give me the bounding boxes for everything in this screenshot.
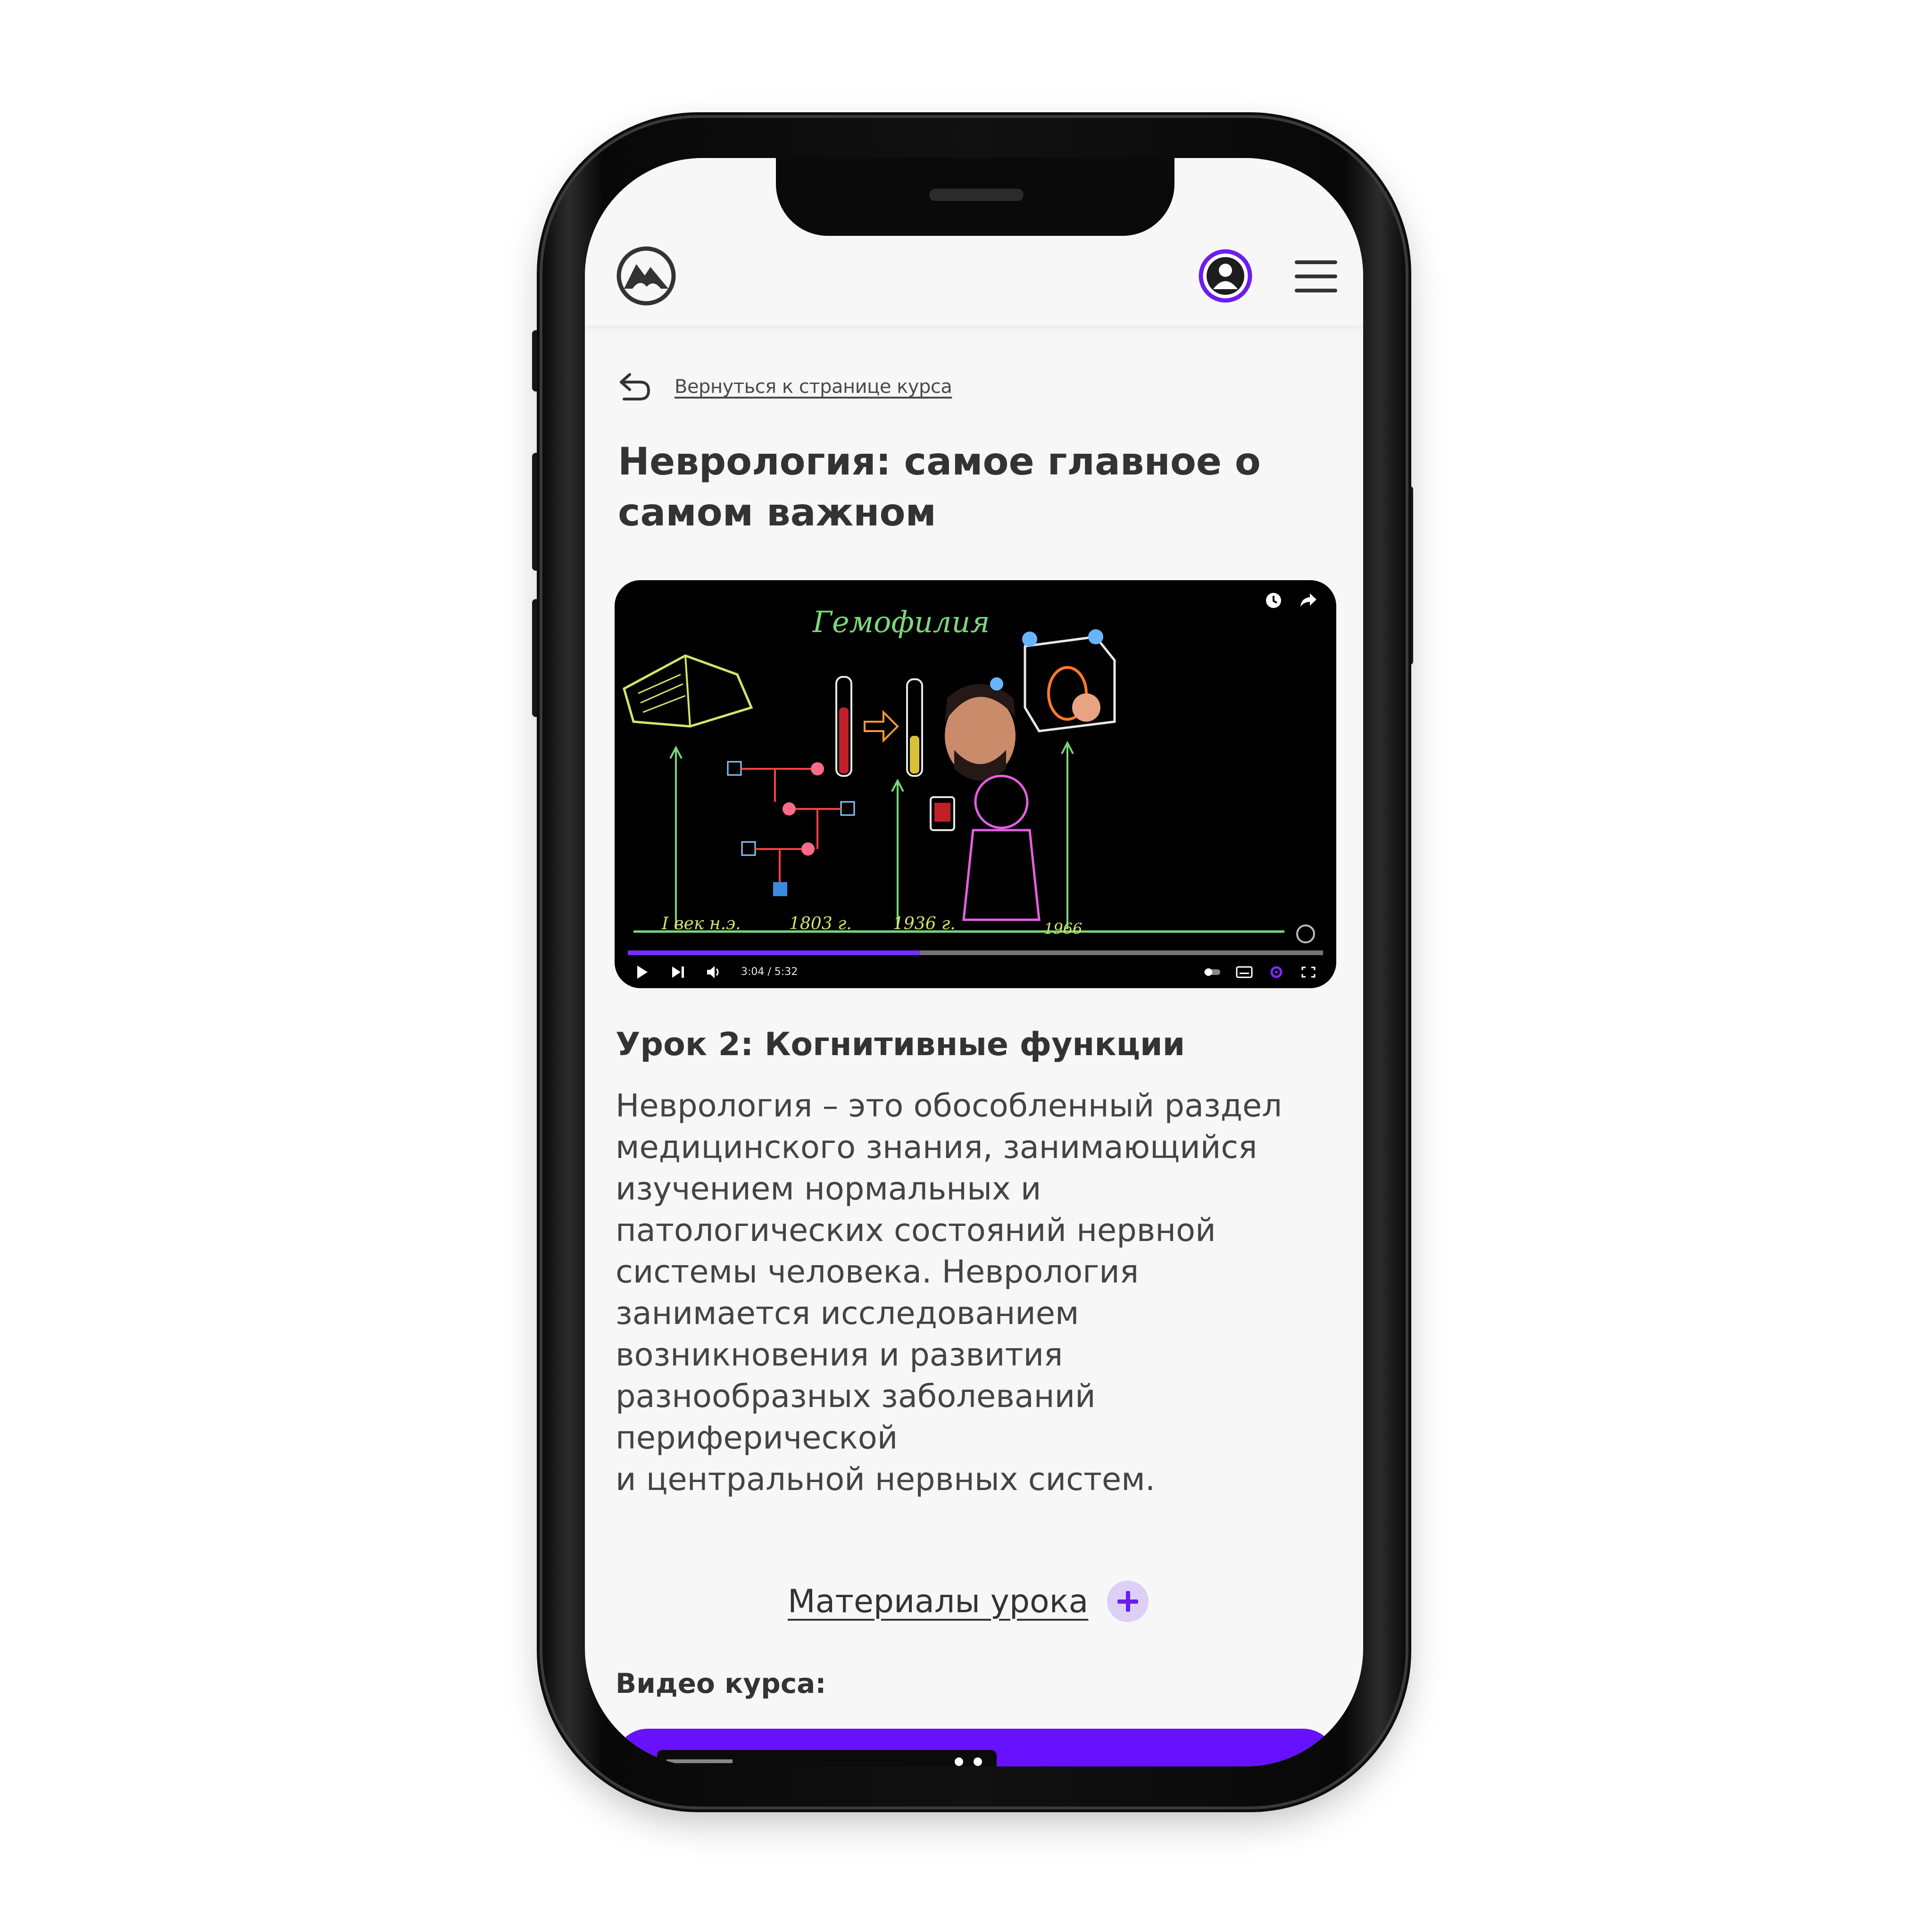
volume-down-button: [532, 599, 541, 717]
play-icon[interactable]: [633, 964, 650, 981]
course-video-thumbnail[interactable]: Гемофилия: [657, 1750, 997, 1766]
video-progress-bar[interactable]: [628, 950, 1323, 955]
video-controls: 3:04 / 5:32: [633, 961, 1317, 983]
back-link-label[interactable]: Вернуться к странице курса: [675, 376, 952, 398]
user-avatar-icon[interactable]: [1198, 249, 1253, 303]
next-icon[interactable]: [669, 964, 686, 981]
volume-icon[interactable]: [705, 964, 722, 981]
course-video-card[interactable]: Гемофилия: [615, 1729, 1336, 1766]
lesson-materials-label[interactable]: Материалы урока: [788, 1583, 1088, 1620]
autoplay-toggle-icon[interactable]: [1203, 965, 1221, 979]
plus-icon[interactable]: [1107, 1581, 1149, 1622]
subtitles-icon[interactable]: [1235, 965, 1253, 979]
timeline-label: I век н.э.: [661, 914, 741, 933]
lesson-title: Урок 2: Когнитивные функции: [616, 1026, 1185, 1063]
page-title: Неврология: самое главное о самом важном: [618, 440, 1261, 534]
lesson-description: Неврология – это обособленный раздел мед…: [616, 1087, 1282, 1498]
mute-switch: [532, 330, 541, 391]
video-timestamp: 3:04 / 5:32: [741, 966, 798, 978]
fullscreen-icon[interactable]: [1299, 965, 1317, 979]
video-progress-fill: [628, 950, 920, 955]
video-frame: Гемофилия I век н.э. 1803 г. 1936 г. 196…: [623, 605, 1315, 943]
back-to-course-link[interactable]: Вернуться к странице курса: [616, 366, 952, 408]
timeline-label: 1803 г.: [789, 914, 852, 933]
speaker-grille: [929, 189, 1024, 201]
timeline-label: 1966: [1044, 920, 1082, 938]
timeline-label: 1936 г.: [893, 914, 956, 933]
phone-screen: Вернуться к странице курса Неврология: с…: [585, 158, 1363, 1766]
video-board-title: Гемофилия: [812, 605, 990, 639]
hamburger-menu-icon[interactable]: [1295, 260, 1337, 292]
mountain-logo-icon[interactable]: [616, 245, 677, 307]
settings-icon[interactable]: [1267, 965, 1285, 979]
share-icon[interactable]: [1298, 591, 1317, 610]
return-arrow-icon: [616, 368, 653, 406]
watch-later-icon[interactable]: [1264, 591, 1283, 610]
volume-up-button: [532, 453, 541, 571]
notch: [776, 158, 1174, 236]
video-player[interactable]: Гемофилия I век н.э. 1803 г. 1936 г. 196…: [615, 580, 1336, 988]
lesson-materials-toggle[interactable]: Материалы урока: [788, 1578, 1149, 1625]
course-videos-heading: Видео курса:: [616, 1667, 826, 1699]
